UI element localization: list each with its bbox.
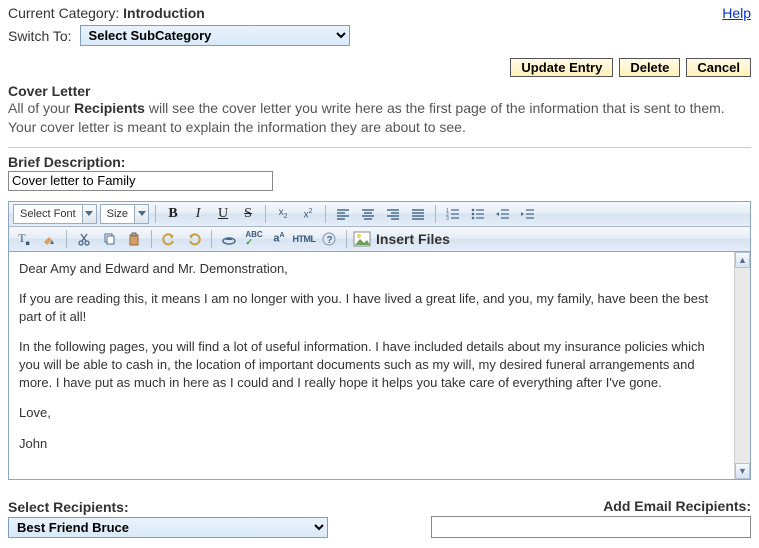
- help-link[interactable]: Help: [722, 5, 751, 21]
- scroll-up-icon[interactable]: ▲: [735, 252, 750, 268]
- scroll-down-icon[interactable]: ▼: [735, 463, 750, 479]
- copy-button[interactable]: [98, 229, 120, 249]
- editor-content-area[interactable]: Dear Amy and Edward and Mr. Demonstratio…: [9, 252, 734, 479]
- subscript-button[interactable]: x2: [272, 204, 294, 224]
- separator: [346, 230, 347, 248]
- editor-paragraph: Love,: [19, 404, 724, 422]
- align-right-button[interactable]: [382, 204, 404, 224]
- font-family-combo[interactable]: Select Font: [13, 204, 97, 224]
- separator: [155, 205, 156, 223]
- align-left-button[interactable]: [332, 204, 354, 224]
- italic-button[interactable]: I: [187, 204, 209, 224]
- underline-button[interactable]: U: [212, 204, 234, 224]
- unordered-list-button[interactable]: [467, 204, 489, 224]
- chevron-down-icon: [134, 205, 148, 223]
- separator: [211, 230, 212, 248]
- insert-link-button[interactable]: [218, 229, 240, 249]
- separator: [325, 205, 326, 223]
- paste-button[interactable]: [123, 229, 145, 249]
- font-size-combo[interactable]: Size: [100, 204, 149, 224]
- case-button[interactable]: aA: [268, 229, 290, 249]
- separator: [151, 230, 152, 248]
- indent-button[interactable]: [517, 204, 539, 224]
- update-entry-button[interactable]: Update Entry: [510, 58, 613, 77]
- svg-text:3: 3: [446, 216, 449, 220]
- current-category-label: Current Category:: [8, 5, 119, 21]
- outdent-button[interactable]: [492, 204, 514, 224]
- switch-to-label: Switch To:: [8, 28, 72, 44]
- align-center-button[interactable]: [357, 204, 379, 224]
- brief-description-input[interactable]: [8, 171, 273, 191]
- undo-button[interactable]: [158, 229, 180, 249]
- redo-button[interactable]: [183, 229, 205, 249]
- current-category: Current Category: Introduction: [8, 5, 205, 21]
- recipients-select[interactable]: Best Friend Bruce: [8, 517, 328, 538]
- chevron-down-icon: [82, 205, 96, 223]
- superscript-button[interactable]: x2: [297, 204, 319, 224]
- align-justify-button[interactable]: [407, 204, 429, 224]
- editor-paragraph: John: [19, 435, 724, 453]
- brief-description-label: Brief Description:: [8, 154, 751, 170]
- add-email-recipients-label: Add Email Recipients:: [431, 498, 751, 514]
- select-recipients-label: Select Recipients:: [8, 499, 328, 515]
- editor-paragraph: If you are reading this, it means I am n…: [19, 290, 724, 325]
- bold-button[interactable]: B: [162, 204, 184, 224]
- svg-text:?: ?: [327, 235, 333, 246]
- scroll-track[interactable]: [735, 268, 750, 463]
- delete-button[interactable]: Delete: [619, 58, 680, 77]
- cover-letter-description: All of your Recipients will see the cove…: [8, 99, 751, 137]
- strikethrough-button[interactable]: S: [237, 204, 259, 224]
- spellcheck-button[interactable]: ABC✓: [243, 229, 265, 249]
- help-button[interactable]: ?: [318, 229, 340, 249]
- separator: [265, 205, 266, 223]
- text-color-button[interactable]: T■: [13, 229, 35, 249]
- cover-letter-title: Cover Letter: [8, 83, 751, 99]
- html-source-button[interactable]: HTML: [293, 229, 315, 249]
- subcategory-select[interactable]: Select SubCategory: [80, 25, 350, 46]
- background-color-button[interactable]: [38, 229, 60, 249]
- rich-text-editor: Select Font Size B I U S x2 x2 123 T■: [8, 201, 751, 480]
- editor-toolbar-row-2: T■ ABC✓ aA HTML ? Insert Files: [9, 227, 750, 252]
- editor-toolbar-row-1: Select Font Size B I U S x2 x2 123: [9, 202, 750, 227]
- editor-paragraph: In the following pages, you will find a …: [19, 338, 724, 391]
- email-recipients-input[interactable]: [431, 516, 751, 538]
- insert-files-button[interactable]: Insert Files: [374, 231, 450, 247]
- image-icon: [353, 231, 371, 247]
- cancel-button[interactable]: Cancel: [686, 58, 751, 77]
- cut-button[interactable]: [73, 229, 95, 249]
- ordered-list-button[interactable]: 123: [442, 204, 464, 224]
- vertical-scrollbar[interactable]: ▲ ▼: [734, 252, 750, 479]
- separator: [435, 205, 436, 223]
- separator: [66, 230, 67, 248]
- divider: [8, 147, 751, 148]
- current-category-value: Introduction: [123, 5, 205, 21]
- editor-paragraph: Dear Amy and Edward and Mr. Demonstratio…: [19, 260, 724, 278]
